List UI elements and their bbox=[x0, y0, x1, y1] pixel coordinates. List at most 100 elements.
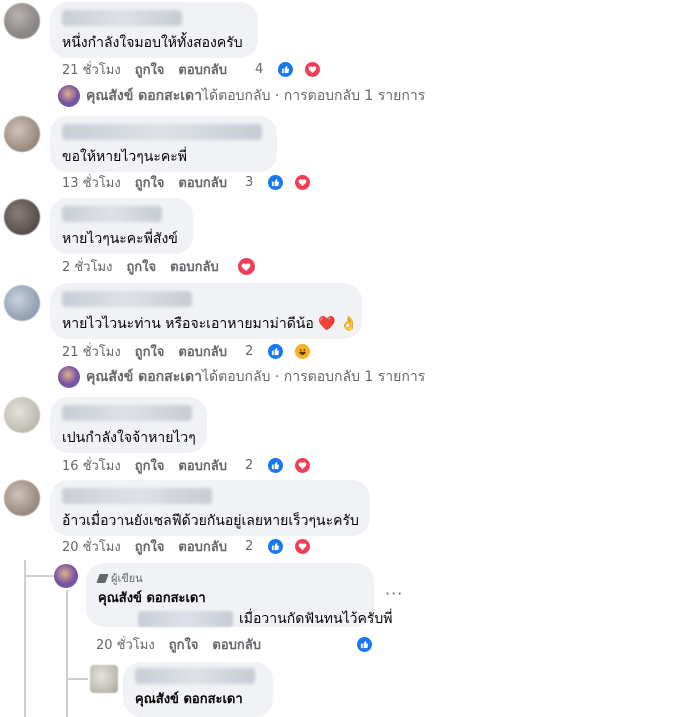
nested-reply-bubble: คุณสังข์ ดอกสะเดา bbox=[123, 662, 273, 717]
love-reaction-icon bbox=[294, 457, 312, 474]
comment-bubble: เปนกำลังใจจ้าหายไวๆ bbox=[50, 397, 207, 453]
reaction-count: 4 bbox=[255, 62, 264, 77]
author-avatar[interactable] bbox=[54, 564, 78, 588]
comment-bubble: อ้าวเมื่อวานยังเชลฟีด้วยกันอยู่เลยหายเร็… bbox=[50, 480, 370, 536]
love-reaction-icon bbox=[236, 257, 256, 276]
author-reply-bubble: ผู้เขียน คุณสังข์ ดอกสะเดา เมื่อวานกัดฟั… bbox=[86, 563, 392, 628]
comment-actions: 16 ชั่วโมง ถูกใจ ตอบกลับ 2 bbox=[62, 455, 325, 476]
commenter-name-blurred[interactable] bbox=[62, 488, 212, 504]
like-link[interactable]: ถูกใจ bbox=[135, 59, 165, 80]
replier-avatar bbox=[58, 366, 80, 388]
more-options-icon[interactable]: ··· bbox=[385, 584, 403, 603]
comment-text: ขอให้หายไวๆนะคะพี่ bbox=[62, 149, 187, 165]
commenter-avatar[interactable] bbox=[4, 397, 40, 433]
reaction-count: 3 bbox=[245, 175, 254, 190]
haha-reaction-icon bbox=[294, 343, 312, 360]
like-link[interactable]: ถูกใจ bbox=[135, 341, 165, 362]
love-reaction-icon bbox=[304, 61, 322, 78]
comment-text: หายไวๆนะคะพี่สังข์ bbox=[62, 231, 178, 247]
like-link[interactable]: ถูกใจ bbox=[135, 536, 165, 557]
author-badge-label: ผู้เขียน bbox=[111, 572, 143, 585]
comment-time[interactable]: 13 ชั่วโมง bbox=[62, 172, 121, 193]
reaction-count: 2 bbox=[245, 458, 254, 473]
comment-time[interactable]: 16 ชั่วโมง bbox=[62, 455, 121, 476]
reply-link[interactable]: ตอบกลับ bbox=[178, 172, 227, 193]
like-link[interactable]: ถูกใจ bbox=[169, 634, 199, 655]
replier-name: คุณสังข์ ดอกสะเดา bbox=[86, 369, 202, 385]
like-reaction-icon bbox=[356, 636, 373, 653]
commenter-name-blurred[interactable] bbox=[62, 405, 192, 421]
like-link[interactable]: ถูกใจ bbox=[135, 172, 165, 193]
thread-line-nested bbox=[66, 590, 68, 717]
commenter-avatar[interactable] bbox=[4, 285, 40, 321]
like-reaction-icon bbox=[267, 343, 285, 360]
comment-time[interactable]: 21 ชั่วโมง bbox=[62, 341, 121, 362]
comment-time[interactable]: 21 ชั่วโมง bbox=[62, 59, 121, 80]
reply-link[interactable]: ตอบกลับ bbox=[178, 536, 227, 557]
comment-bubble: หนึ่งกำลังใจมอบให้ทั้งสองครับ bbox=[50, 2, 258, 58]
view-replies-link[interactable]: คุณสังข์ ดอกสะเดา ได้ตอบกลับ · การตอบกลั… bbox=[58, 366, 425, 388]
reaction-summary[interactable]: 2 bbox=[245, 457, 325, 474]
thread-line bbox=[24, 560, 26, 717]
like-link[interactable]: ถูกใจ bbox=[126, 256, 156, 277]
comment-bubble: หายไวๆนะคะพี่สังข์ bbox=[50, 198, 193, 254]
reply-link[interactable]: ตอบกลับ bbox=[212, 634, 261, 655]
comment-time[interactable]: 20 ชั่วโมง bbox=[96, 634, 155, 655]
replier-avatar bbox=[58, 85, 80, 107]
replies-count-text: ได้ตอบกลับ · การตอบกลับ 1 รายการ bbox=[201, 88, 426, 104]
author-reply-text: เมื่อวานกัดฟันทนไว้ครับพี่ bbox=[239, 611, 393, 627]
love-reaction-icon bbox=[294, 538, 312, 555]
reaction-summary[interactable] bbox=[236, 257, 270, 276]
reaction-summary[interactable]: 4 bbox=[255, 61, 335, 78]
comment-text: หายไวไวนะท่าน หรือจะเอาหายมาม่าดีน้อ ❤️ … bbox=[62, 315, 358, 333]
like-link[interactable]: ถูกใจ bbox=[135, 455, 165, 476]
comment-text: หนึ่งกำลังใจมอบให้ทั้งสองครับ bbox=[62, 35, 243, 51]
commenter-avatar[interactable] bbox=[90, 665, 118, 693]
like-reaction-icon bbox=[267, 174, 285, 191]
comment-emoji: ❤️ 👌 bbox=[318, 316, 358, 332]
thread-line-branch bbox=[24, 575, 54, 577]
commenter-name-blurred[interactable] bbox=[62, 291, 192, 307]
love-reaction-icon bbox=[294, 174, 312, 191]
author-reply-content: เมื่อวานกัดฟันทนไว้ครับพี่ bbox=[98, 610, 392, 628]
author-reply-actions: 20 ชั่วโมง ถูกใจ ตอบกลับ bbox=[96, 634, 275, 655]
view-replies-link[interactable]: คุณสังข์ ดอกสะเดา ได้ตอบกลับ · การตอบกลั… bbox=[58, 85, 425, 107]
comment-actions: 21 ชั่วโมง ถูกใจ ตอบกลับ 2 bbox=[62, 341, 325, 362]
replier-name: คุณสังข์ ดอกสะเดา bbox=[86, 88, 202, 104]
comment-actions: 21 ชั่วโมง ถูกใจ ตอบกลับ 4 bbox=[62, 59, 335, 80]
comment-text: เปนกำลังใจจ้าหายไวๆ bbox=[62, 430, 196, 446]
like-reaction-icon bbox=[267, 538, 285, 555]
reply-link[interactable]: ตอบกลับ bbox=[178, 341, 227, 362]
reply-link[interactable]: ตอบกลับ bbox=[178, 455, 227, 476]
comment-actions: 2 ชั่วโมง ถูกใจ ตอบกลับ bbox=[62, 256, 270, 277]
reaction-summary[interactable] bbox=[356, 634, 373, 653]
reaction-summary[interactable]: 2 bbox=[245, 538, 325, 555]
comment-time[interactable]: 2 ชั่วโมง bbox=[62, 256, 112, 277]
commenter-name-blurred[interactable] bbox=[135, 668, 255, 684]
reaction-summary[interactable]: 2 bbox=[245, 343, 325, 360]
like-reaction-icon bbox=[277, 61, 295, 78]
commenter-avatar[interactable] bbox=[4, 199, 40, 235]
reply-link[interactable]: ตอบกลับ bbox=[170, 256, 219, 277]
commenter-avatar[interactable] bbox=[4, 480, 40, 516]
comment-bubble: ขอให้หายไวๆนะคะพี่ bbox=[50, 116, 277, 172]
reaction-count: 2 bbox=[245, 344, 254, 359]
comment-text-body: หายไวไวนะท่าน หรือจะเอาหายมาม่าดีน้อ bbox=[62, 316, 314, 332]
comment-text: อ้าวเมื่อวานยังเชลฟีด้วยกันอยู่เลยหายเร็… bbox=[62, 513, 359, 529]
reaction-summary[interactable]: 3 bbox=[245, 174, 325, 191]
mention-tag-blurred[interactable] bbox=[138, 611, 233, 627]
mentioned-name[interactable]: คุณสังข์ ดอกสะเดา bbox=[135, 688, 261, 709]
commenter-name-blurred[interactable] bbox=[62, 206, 162, 222]
comment-bubble: หายไวไวนะท่าน หรือจะเอาหายมาม่าดีน้อ ❤️ … bbox=[50, 283, 362, 339]
comment-time[interactable]: 20 ชั่วโมง bbox=[62, 536, 121, 557]
replies-count-text: ได้ตอบกลับ · การตอบกลับ 1 รายการ bbox=[201, 369, 426, 385]
reaction-count: 2 bbox=[245, 539, 254, 554]
reply-link[interactable]: ตอบกลับ bbox=[178, 59, 227, 80]
commenter-name-blurred[interactable] bbox=[62, 124, 262, 140]
like-reaction-icon bbox=[267, 457, 285, 474]
commenter-avatar[interactable] bbox=[4, 3, 40, 39]
commenter-avatar[interactable] bbox=[4, 116, 40, 152]
commenter-name-blurred[interactable] bbox=[62, 10, 182, 26]
author-name[interactable]: คุณสังข์ ดอกสะเดา bbox=[98, 587, 362, 608]
thread-line-nested-branch bbox=[66, 678, 88, 680]
